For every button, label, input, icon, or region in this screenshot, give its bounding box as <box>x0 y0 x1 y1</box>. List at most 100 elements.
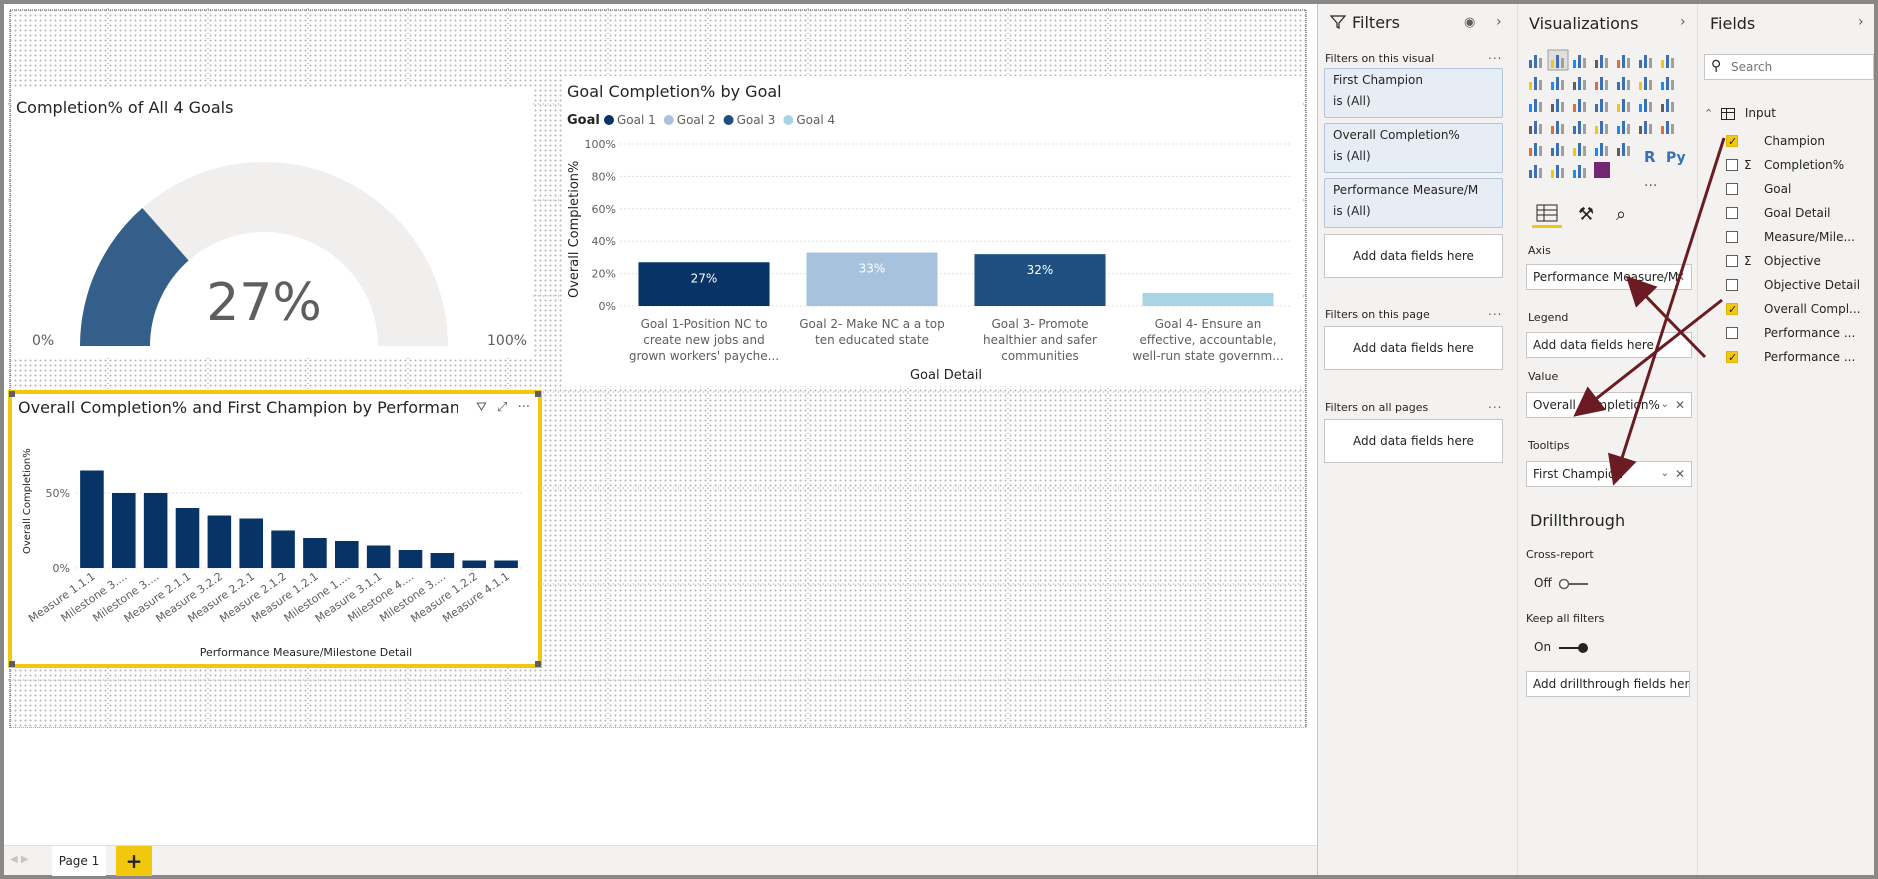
collapse-fields-icon[interactable]: › <box>1858 14 1864 30</box>
filter-card-overall-completion[interactable]: Overall Completion% is (All) <box>1324 123 1503 173</box>
filters-visual-add-fields[interactable]: Add data fields here <box>1324 234 1503 278</box>
drillthrough-well[interactable]: Add drillthrough fields here <box>1526 671 1690 697</box>
goal-ytick-label: 60% <box>592 203 616 216</box>
viz-icon-gallery[interactable]: R Py ... <box>1524 48 1694 198</box>
remove-field-icon[interactable]: ✕ <box>1675 462 1685 486</box>
legend-well[interactable]: Add data fields here <box>1526 332 1692 358</box>
field-item[interactable]: Objective Detail <box>1698 274 1868 296</box>
legend-marker <box>663 115 674 125</box>
resize-handle[interactable] <box>9 661 15 667</box>
tooltips-well[interactable]: First Champion ⌄ ✕ <box>1526 461 1692 487</box>
field-checkbox[interactable] <box>1726 131 1738 153</box>
field-checkbox[interactable] <box>1726 255 1738 267</box>
field-checkbox[interactable] <box>1726 279 1738 291</box>
viz-type-icon <box>1529 99 1542 112</box>
analytics-magnifier-icon[interactable]: ⌕ <box>1616 204 1626 225</box>
keep-filters-toggle[interactable]: On <box>1534 640 1589 654</box>
field-checkbox[interactable] <box>1726 159 1738 171</box>
search-input[interactable] <box>1729 57 1869 77</box>
field-item[interactable]: Goal <box>1698 178 1868 200</box>
gauge-svg: 27% 0% 100% <box>32 162 527 349</box>
viz-type-icon <box>1617 121 1630 134</box>
field-label: Goal <box>1764 182 1792 196</box>
goal-ytick-label: 80% <box>592 170 616 183</box>
collapse-table-icon[interactable]: ⌃ <box>1704 107 1713 120</box>
remove-field-icon[interactable]: ✕ <box>1675 393 1685 417</box>
axis-well[interactable]: Performance Measure/M ⌄ ✕ <box>1526 264 1692 290</box>
tab-page-1[interactable]: Page 1 <box>52 846 106 876</box>
filter-card-first-champion[interactable]: First Champion is (All) <box>1324 68 1503 118</box>
chevron-down-icon[interactable]: ⌄ <box>1661 393 1669 417</box>
filters-all-more-icon[interactable]: ... <box>1488 397 1502 411</box>
viz-type-icon <box>1551 77 1564 90</box>
field-item[interactable]: Overall Compl... <box>1698 298 1868 321</box>
resize-handle[interactable] <box>535 661 541 667</box>
field-item[interactable]: Goal Detail <box>1698 202 1868 224</box>
perf-bar <box>462 560 487 568</box>
collapse-filters-icon[interactable]: › <box>1496 14 1502 30</box>
fields-tab-icon[interactable] <box>1532 204 1562 228</box>
eye-icon[interactable]: ◉ <box>1464 15 1475 30</box>
cross-report-toggle[interactable]: Off <box>1534 576 1590 590</box>
chevron-down-icon[interactable]: ⌄ <box>1661 462 1669 486</box>
viz-type-icon <box>1529 165 1542 178</box>
chevron-down-icon[interactable]: ⌄ <box>1661 265 1669 289</box>
viz-type-icon <box>1573 143 1586 156</box>
gauge-visual[interactable]: Completion% of All 4 Goals 27% 0% 100% <box>12 88 532 358</box>
field-label: Completion% <box>1764 158 1845 172</box>
field-checkbox[interactable] <box>1726 299 1738 321</box>
viz-type-icon <box>1529 121 1542 134</box>
keep-filters-label: Keep all filters <box>1526 612 1605 625</box>
viz-type-icon <box>1639 55 1652 68</box>
field-label: Measure/Mile... <box>1764 230 1855 244</box>
value-well[interactable]: Overall Completion% ⌄ ✕ <box>1526 392 1692 418</box>
tab-scroll-arrows[interactable]: ◀ ▶ <box>10 854 29 865</box>
resize-handle[interactable] <box>535 391 541 397</box>
goal-xlabel: Goal Detail <box>910 368 982 383</box>
goal-xlabels: Goal 1-Position NC to create new jobs and… <box>629 317 1284 363</box>
perf-bar <box>430 553 455 568</box>
add-page-button[interactable]: + <box>116 846 152 876</box>
goal-x-tick-label: Goal 4- Ensure an <box>1155 317 1262 331</box>
filters-visual-more-icon[interactable]: ... <box>1488 48 1502 62</box>
resize-handle[interactable] <box>9 391 15 397</box>
filters-page-add-fields[interactable]: Add data fields here <box>1324 326 1503 370</box>
goal-ytick-label: 20% <box>592 268 616 281</box>
goal-x-tick-label: well-run state governm... <box>1132 349 1283 363</box>
legend-marker <box>604 115 614 125</box>
goal-x-tick-label: Goal 1-Position NC to <box>641 317 768 331</box>
perf-chart-visual[interactable]: Overall Completion% and First Champion b… <box>8 390 542 668</box>
field-checkbox[interactable] <box>1726 207 1738 219</box>
filters-page-more-icon[interactable]: ... <box>1488 304 1502 318</box>
filters-all-add-fields[interactable]: Add data fields here <box>1324 419 1503 463</box>
filters-title: Filters <box>1352 13 1400 32</box>
field-item[interactable]: Champion <box>1698 130 1868 153</box>
filter-card-performance-measure[interactable]: Performance Measure/M is (All) <box>1324 178 1503 228</box>
fields-pane: Fields › ⚲ ⌃ Input Champion Σ Completion% G… <box>1697 4 1874 875</box>
goal-chart-visual[interactable]: Goal Completion% by Goal Goal Goal 1 Goal… <box>562 76 1302 386</box>
remove-field-icon[interactable]: ✕ <box>1675 265 1685 289</box>
viz-type-icon <box>1595 143 1608 156</box>
python-visual-icon: Py <box>1666 150 1686 166</box>
field-item[interactable]: Σ Completion% <box>1698 154 1868 176</box>
format-paint-roller-icon[interactable]: ⚒ <box>1578 204 1594 225</box>
field-item[interactable]: Performance ... <box>1698 322 1868 344</box>
field-item[interactable]: Measure/Mile... <box>1698 226 1868 248</box>
viz-type-icon <box>1661 77 1674 90</box>
field-checkbox[interactable] <box>1726 183 1738 195</box>
viz-type-icon <box>1639 99 1652 112</box>
viz-type-icon <box>1617 99 1630 112</box>
field-checkbox[interactable] <box>1726 347 1738 369</box>
field-item[interactable]: Performance ... <box>1698 346 1868 369</box>
filters-on-all-label: Filters on all pages <box>1325 401 1429 414</box>
perf-bar <box>398 550 423 568</box>
field-item[interactable]: Σ Objective <box>1698 250 1868 272</box>
collapse-viz-icon[interactable]: › <box>1680 14 1686 30</box>
fields-search-box[interactable]: ⚲ <box>1704 54 1874 80</box>
perf-bar <box>143 493 168 568</box>
table-input-row[interactable]: ⌃ Input <box>1704 102 1776 124</box>
legend-placeholder: Add data fields here <box>1533 338 1654 352</box>
field-checkbox[interactable] <box>1726 327 1738 339</box>
goal-ytick-label: 40% <box>592 235 616 248</box>
field-checkbox[interactable] <box>1726 231 1738 243</box>
